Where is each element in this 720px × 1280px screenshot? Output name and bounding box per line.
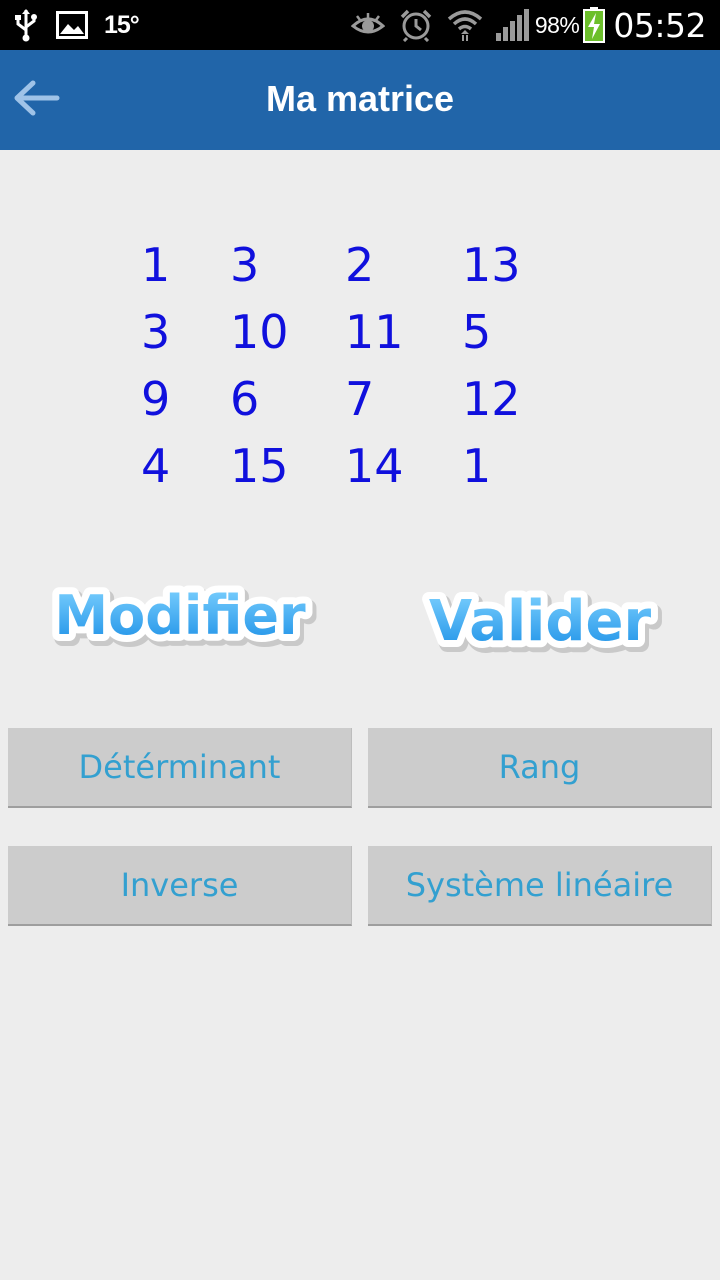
inverse-label: Inverse	[120, 866, 239, 904]
clock-text: 05:52	[613, 5, 706, 45]
action-bar: Ma matrice	[0, 50, 720, 150]
matrix-row: 1 3 2 13	[0, 232, 720, 299]
page-title: Ma matrice	[265, 78, 455, 119]
matrix-cell: 9	[141, 372, 171, 426]
battery-charging-icon	[583, 7, 606, 43]
matrix-cell: 14	[345, 439, 404, 493]
matrix-cell: 4	[141, 439, 171, 493]
matrix-cell: 15	[230, 439, 289, 493]
matrix-cell: 2	[345, 238, 375, 292]
matrix-row: 4 15 14 1	[0, 433, 720, 500]
status-right: 98% 05:52	[350, 4, 706, 46]
status-left: 15°	[14, 8, 140, 42]
svg-text:Valider: Valider	[429, 589, 652, 654]
matrix-cell: 12	[462, 372, 521, 426]
modifier-button[interactable]: Modifier Modifier Modifier	[47, 572, 317, 664]
usb-icon	[14, 8, 38, 42]
matrix-cell: 1	[462, 439, 492, 493]
rang-label: Rang	[498, 748, 581, 786]
eye-icon	[350, 12, 385, 38]
signal-icon	[495, 9, 529, 41]
matrix-display: 1 3 2 13 3 10 11 5 9 6 7 12 4 15 14 1	[0, 232, 720, 500]
matrix-cell: 1	[141, 238, 171, 292]
status-bar: 15° 98% 05:52	[0, 0, 720, 50]
matrix-cell: 7	[345, 372, 375, 426]
determinant-label: Détérminant	[78, 748, 281, 786]
battery-percent-text: 98%	[534, 11, 580, 38]
matrix-row: 3 10 11 5	[0, 299, 720, 366]
valider-button[interactable]: Valider Valider Valider	[410, 578, 670, 670]
alarm-icon	[399, 8, 433, 42]
arrow-left-icon	[11, 78, 61, 123]
matrix-cell: 3	[141, 305, 171, 359]
systeme-lineaire-label: Système linéaire	[405, 866, 674, 904]
svg-text:Modifier: Modifier	[54, 584, 306, 647]
rang-button[interactable]: Rang	[368, 728, 712, 808]
modifier-logo-text: Modifier Modifier Modifier	[47, 577, 317, 659]
matrix-cell: 10	[230, 305, 289, 359]
determinant-button[interactable]: Détérminant	[8, 728, 352, 808]
matrix-cell: 11	[345, 305, 404, 359]
systeme-lineaire-button[interactable]: Système linéaire	[368, 846, 712, 926]
valider-logo-text: Valider Valider Valider	[422, 582, 663, 666]
matrix-cell: 13	[462, 238, 521, 292]
inverse-button[interactable]: Inverse	[8, 846, 352, 926]
matrix-cell: 5	[462, 305, 492, 359]
matrix-cell: 3	[230, 238, 260, 292]
image-icon	[56, 11, 88, 39]
matrix-row: 9 6 7 12	[0, 366, 720, 433]
temperature-text: 15°	[104, 10, 140, 39]
wifi-icon	[447, 8, 483, 42]
matrix-cell: 6	[230, 372, 260, 426]
back-button[interactable]	[6, 72, 66, 128]
